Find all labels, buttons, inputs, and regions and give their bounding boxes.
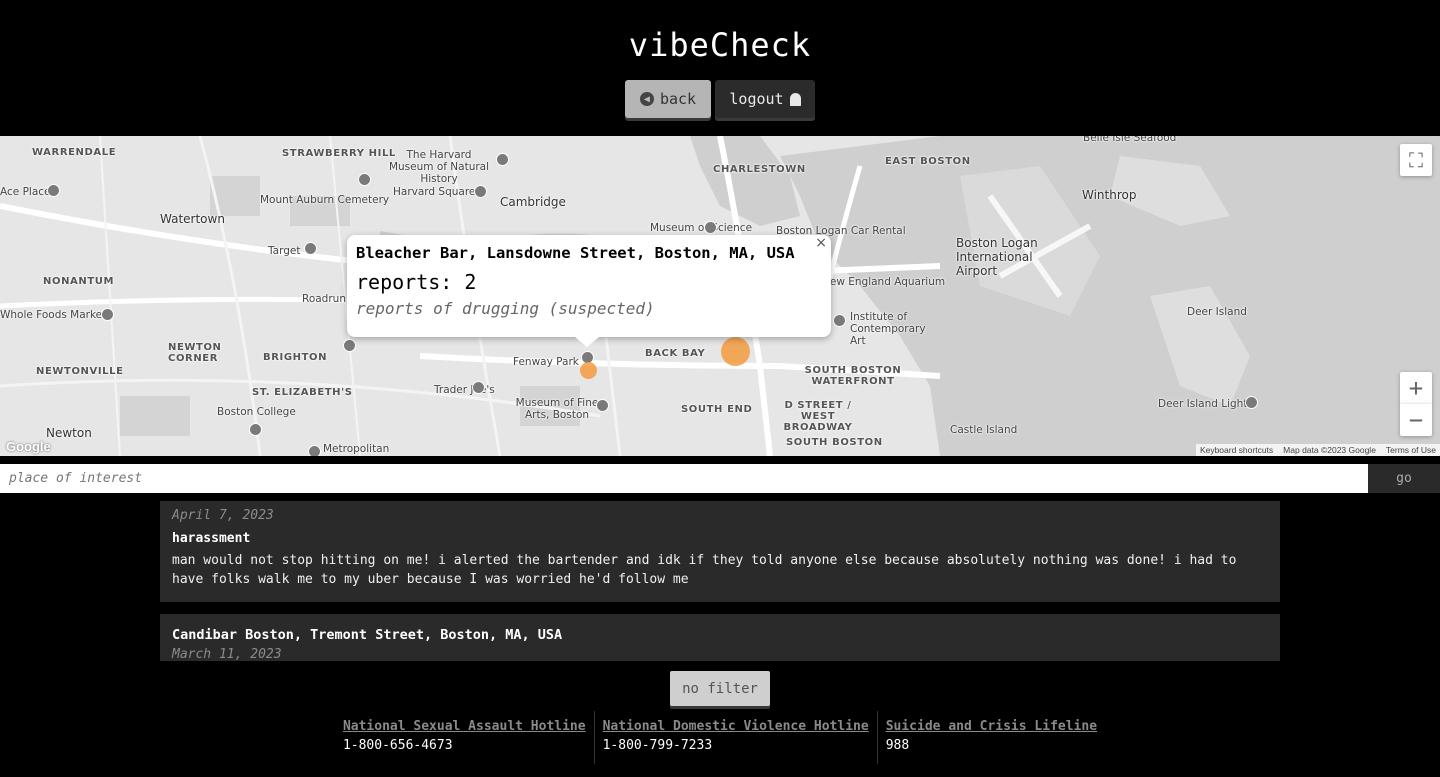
map-label: Winthrop [1082, 188, 1137, 202]
map-label: Harvard Square [393, 186, 476, 198]
map-data-attribution: Map data ©2023 Google [1283, 445, 1376, 455]
report-date: April 7, 2023 [172, 508, 274, 523]
map-footer: Keyboard shortcuts Map data ©2023 Google… [1195, 444, 1440, 456]
map-label: Belle Isle Seafood [1083, 136, 1177, 144]
map-label: Castle Island [950, 424, 1018, 436]
map-label: Mount Auburn Cemetery [260, 194, 390, 206]
hotline-item: National Domestic Violence Hotline 1-800… [593, 711, 877, 764]
info-window-title: Bleacher Bar, Lansdowne Street, Boston, … [356, 244, 795, 262]
museum-pin-icon[interactable] [704, 221, 717, 234]
school-pin-icon[interactable] [249, 423, 262, 436]
keyboard-shortcuts-link[interactable]: Keyboard shortcuts [1200, 445, 1273, 455]
map-label: NEWTON CORNER [168, 342, 222, 364]
map-label: SOUTH BOSTON [786, 437, 883, 448]
map-label: Deer Island Light [1158, 398, 1248, 410]
map-label: BRIGHTON [263, 352, 328, 363]
report-body: man would not stop hitting on me! i aler… [172, 553, 1237, 587]
map-label: New England Aquarium [822, 276, 946, 288]
app-title: vibeCheck [628, 26, 812, 64]
map-label: CHARLESTOWN [713, 164, 806, 175]
go-button[interactable]: go [1368, 464, 1440, 493]
map-label: SOUTH END [681, 404, 753, 415]
museum-pin-icon[interactable] [833, 314, 846, 327]
map-label: Watertown [160, 212, 225, 226]
map-label: Deer Island [1187, 306, 1247, 318]
map-label: Museum of Science [650, 222, 753, 234]
map-label: STRAWBERRY HILL [282, 148, 396, 159]
terms-of-use-link[interactable]: Terms of Use [1386, 445, 1436, 455]
report-date: March 11, 2023 [172, 647, 282, 661]
back-arrow-icon: ◀ [639, 92, 654, 106]
hotline-link[interactable]: National Domestic Violence Hotline [603, 719, 869, 734]
logout-button[interactable]: logout [715, 80, 815, 118]
map-label: EAST BOSTON [885, 156, 971, 167]
google-logo: Google [6, 439, 51, 454]
info-window-report-count: reports: 2 [356, 270, 477, 294]
fullscreen-icon: ⛶ [1409, 148, 1423, 172]
map-label: Ace Place [0, 186, 51, 198]
place-search-input[interactable] [0, 464, 1368, 493]
hospital-pin-icon[interactable] [343, 339, 356, 352]
museum-pin-icon[interactable] [596, 399, 609, 412]
hotline-link[interactable]: National Sexual Assault Hotline [343, 719, 586, 734]
map-label: Fenway Park [513, 356, 579, 368]
filter-button[interactable]: no filter [670, 671, 770, 706]
logout-label: logout [729, 90, 784, 108]
map-label: D STREET / WEST BROADWAY [783, 400, 853, 433]
map-label: The Harvard Museum of Natural History [388, 149, 490, 185]
hotline-number: 988 [885, 738, 910, 753]
ghost-icon [789, 92, 801, 106]
shopping-pin-icon[interactable] [472, 381, 485, 394]
fullscreen-button[interactable]: ⛶ [1400, 144, 1432, 176]
back-button[interactable]: ◀ back [625, 80, 711, 118]
report-place: Candibar Boston, Tremont Street, Boston,… [172, 627, 563, 643]
hotline-number: 1-800-799-7233 [602, 738, 713, 753]
place-pin-icon[interactable] [358, 173, 371, 186]
map-label: Boston Logan International Airport [956, 236, 1038, 278]
close-icon[interactable]: × [815, 235, 827, 251]
map-label: Whole Foods Market [0, 309, 107, 321]
map-label: BACK BAY [645, 348, 706, 359]
map-label: NONANTUM [43, 276, 115, 287]
report-marker[interactable] [580, 362, 597, 379]
museum-pin-icon[interactable] [1245, 396, 1258, 409]
map-label: Target [268, 245, 301, 257]
back-label: back [659, 90, 697, 108]
hotline-item: National Sexual Assault Hotline 1-800-65… [335, 711, 594, 764]
map-label: Museum of Fine Arts, Boston [515, 397, 599, 421]
map-label: Cambridge [500, 195, 566, 209]
report-type: harassment [172, 531, 251, 546]
map[interactable]: WARRENDALE STRAWBERRY HILL The Harvard M… [0, 136, 1440, 456]
map-label: Institute of Contemporary Art [850, 311, 926, 347]
map-label: Boston College [217, 406, 296, 418]
nav-bar: ◀ back logout [0, 80, 1440, 118]
report-marker[interactable] [721, 337, 750, 366]
map-label: SOUTH BOSTON WATERFRONT [804, 365, 902, 387]
map-label: Newton [46, 426, 92, 440]
place-pin-icon[interactable] [47, 184, 60, 197]
map-label: NEWTONVILLE [36, 366, 124, 377]
shopping-pin-icon[interactable] [304, 242, 317, 255]
info-window-description: reports of drugging (suspected) [356, 299, 655, 318]
map-label: Trader Joe's [434, 384, 495, 396]
hotline-list: National Sexual Assault Hotline 1-800-65… [0, 711, 1440, 764]
info-window: Bleacher Bar, Lansdowne Street, Boston, … [347, 235, 831, 347]
place-pin-icon[interactable] [308, 445, 321, 456]
report-card: April 7, 2023 harassment man would not s… [160, 501, 1280, 602]
hotline-item: Suicide and Crisis Lifeline 988 [876, 711, 1105, 764]
shopping-pin-icon[interactable] [101, 308, 114, 321]
report-list[interactable]: April 7, 2023 harassment man would not s… [160, 501, 1280, 661]
place-pin-icon[interactable] [474, 185, 487, 198]
map-label: ST. ELIZABETH'S [252, 387, 353, 398]
report-card: Candibar Boston, Tremont Street, Boston,… [160, 614, 1280, 661]
zoom-in-button[interactable]: + [1400, 372, 1432, 404]
zoom-out-button[interactable]: − [1400, 404, 1432, 436]
museum-pin-icon[interactable] [496, 153, 509, 166]
search-bar: go [0, 464, 1440, 493]
hotline-number: 1-800-656-4673 [342, 738, 453, 753]
hotline-link[interactable]: Suicide and Crisis Lifeline [886, 719, 1097, 734]
map-label: WARRENDALE [32, 147, 117, 158]
map-label: Metropolitan [323, 443, 390, 455]
